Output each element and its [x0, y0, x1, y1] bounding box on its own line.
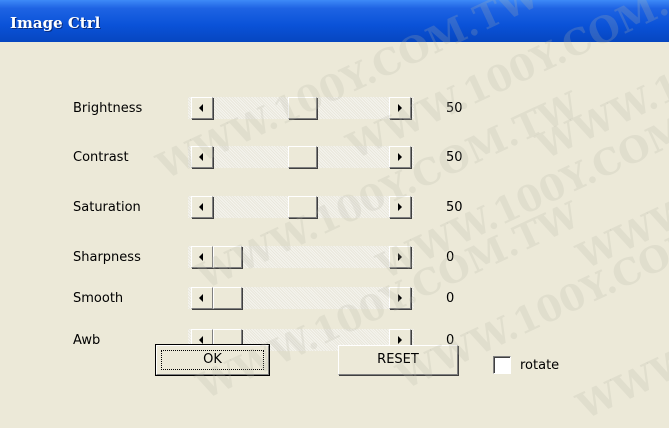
slider-row-sharpness: Sharpness 0 — [0, 246, 669, 270]
arrow-right-icon — [398, 153, 402, 161]
slider-row-contrast: Contrast 50 — [0, 146, 669, 170]
slider-row-saturation: Saturation 50 — [0, 196, 669, 220]
brightness-scrollbar[interactable] — [188, 97, 414, 119]
contrast-value: 50 — [446, 150, 463, 165]
ok-button[interactable]: OK — [155, 344, 270, 376]
scroll-left-button[interactable] — [191, 287, 213, 309]
arrow-right-icon — [398, 253, 402, 261]
sharpness-label: Sharpness — [73, 250, 141, 265]
arrow-left-icon — [199, 294, 203, 302]
arrow-left-icon — [199, 203, 203, 211]
arrow-left-icon — [199, 153, 203, 161]
saturation-thumb[interactable] — [287, 196, 317, 218]
window-title: Image Ctrl — [10, 14, 101, 32]
contrast-thumb[interactable] — [287, 146, 317, 168]
smooth-label: Smooth — [73, 291, 124, 306]
smooth-value: 0 — [446, 291, 455, 306]
brightness-label: Brightness — [73, 101, 143, 116]
arrow-right-icon — [398, 203, 402, 211]
scroll-right-button[interactable] — [389, 246, 411, 268]
brightness-value: 50 — [446, 101, 463, 116]
arrow-left-icon — [199, 104, 203, 112]
arrow-left-icon — [199, 253, 203, 261]
brightness-thumb[interactable] — [287, 97, 317, 119]
slider-row-smooth: Smooth 0 — [0, 287, 669, 311]
saturation-scrollbar[interactable] — [188, 196, 414, 218]
arrow-right-icon — [398, 294, 402, 302]
sharpness-value: 0 — [446, 250, 455, 265]
scroll-left-button[interactable] — [191, 196, 213, 218]
arrow-left-icon — [199, 336, 203, 344]
sharpness-thumb[interactable] — [213, 246, 242, 268]
reset-button-label: RESET — [377, 352, 419, 367]
contrast-scrollbar[interactable] — [188, 146, 414, 168]
rotate-checkbox[interactable] — [493, 356, 511, 374]
slider-row-brightness: Brightness 50 — [0, 97, 669, 121]
smooth-scrollbar[interactable] — [188, 287, 414, 309]
arrow-right-icon — [398, 104, 402, 112]
rotate-checkbox-label[interactable]: rotate — [520, 358, 559, 373]
awb-label: Awb — [73, 333, 101, 348]
slider-row-awb: Awb 0 — [0, 329, 669, 353]
arrow-right-icon — [398, 336, 402, 344]
reset-button[interactable]: RESET — [338, 345, 458, 375]
scroll-right-button[interactable] — [389, 146, 411, 168]
scroll-right-button[interactable] — [389, 97, 411, 119]
scroll-left-button[interactable] — [191, 246, 213, 268]
scroll-left-button[interactable] — [191, 97, 213, 119]
saturation-value: 50 — [446, 200, 463, 215]
scroll-right-button[interactable] — [389, 287, 411, 309]
smooth-thumb[interactable] — [213, 287, 242, 309]
focus-rectangle — [161, 350, 264, 370]
title-bar[interactable]: Image Ctrl — [0, 0, 669, 42]
scroll-right-button[interactable] — [389, 196, 411, 218]
scroll-left-button[interactable] — [191, 146, 213, 168]
saturation-label: Saturation — [73, 200, 141, 215]
sharpness-scrollbar[interactable] — [188, 246, 414, 268]
contrast-label: Contrast — [73, 150, 129, 165]
